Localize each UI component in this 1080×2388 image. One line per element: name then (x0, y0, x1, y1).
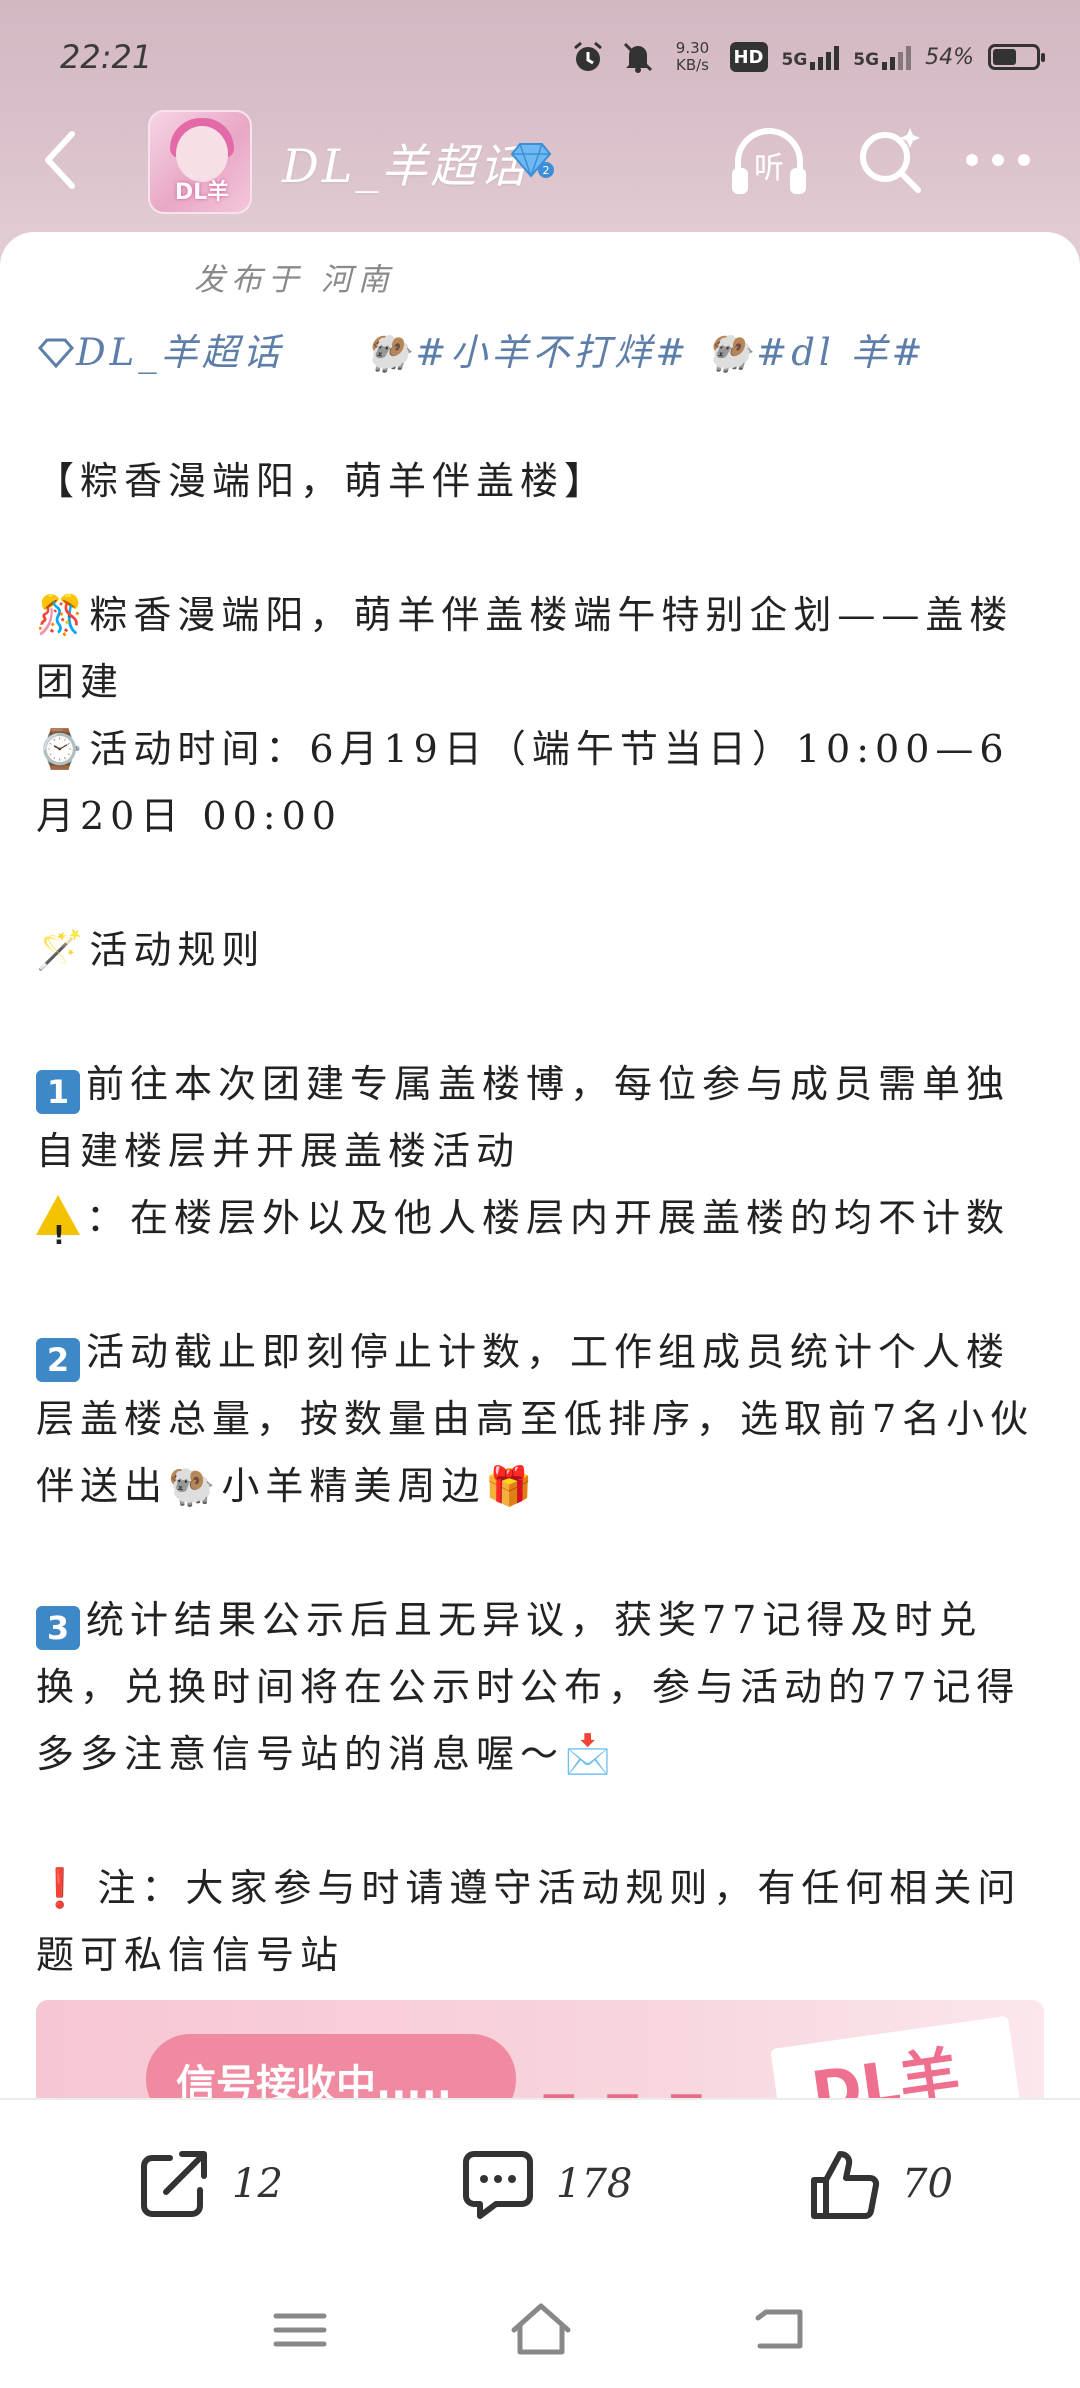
svg-text:2: 2 (543, 164, 550, 177)
sim1-label: 5G (781, 50, 808, 70)
like-count: 70 (902, 2161, 953, 2207)
post-intro: 🎊粽香漫端阳，萌羊伴盖楼端午特别企划——盖楼团建 (36, 582, 1046, 716)
tags-line: DL_羊超话 🐏#小羊不打烊# 🐏#dl 羊# (36, 322, 927, 376)
hd-badge: HD (729, 42, 768, 72)
mute-bell-icon (623, 42, 652, 73)
sim2-signal: 5G (853, 44, 912, 70)
watch-icon: ⌚ (36, 727, 90, 771)
alarm-icon (573, 41, 602, 71)
status-time: 22:21 (60, 38, 153, 76)
share-button[interactable]: 12 (136, 2144, 283, 2224)
ram-emoji-icon: 🐏 (365, 331, 416, 374)
tag-link-1[interactable]: 🐏#小羊不打烊# (365, 331, 706, 374)
comment-count: 178 (556, 2161, 633, 2207)
topic-avatar[interactable]: DL羊 (148, 110, 252, 214)
keycap-1-icon: 1 (36, 1070, 80, 1114)
topic-link[interactable]: DL_羊超话 (36, 331, 300, 374)
rule-3-text: 统计结果公示后且无异议，获奖77记得及时兑换，兑换时间将在公示时公布，参与活动的… (36, 1598, 1021, 1776)
action-bar: 12 178 70 (0, 2098, 1080, 2264)
sim1-signal: 5G (782, 44, 840, 70)
rule-2-tail: 小羊精美周边 (221, 1464, 486, 1508)
confetti-icon: 🎊 (36, 593, 90, 637)
tag-link-2[interactable]: 🐏#dl 羊# (706, 331, 926, 374)
thumbs-up-icon (811, 2151, 880, 2219)
tag-2-text: #dl 羊# (756, 331, 927, 374)
published-location: 发布于 河南 (194, 262, 395, 298)
keycap-2-icon: 2 (36, 1338, 80, 1382)
home-icon[interactable] (508, 2300, 574, 2356)
more-dots-icon[interactable] (962, 140, 1034, 180)
comment-button[interactable]: 178 (460, 2144, 632, 2224)
post-body: 【粽香漫端阳，萌羊伴盖楼】 🎊粽香漫端阳，萌羊伴盖楼端午特别企划——盖楼团建 ⌚… (36, 448, 1046, 1989)
post-image[interactable]: 信号接收中..... ▬ ▬ ▬ DL羊 (36, 2000, 1044, 2098)
rule-1-warning: ：在楼层外以及他人楼层内开展盖楼的均不计数 (36, 1185, 1046, 1270)
avatar-text: DL羊 (174, 180, 230, 205)
rule-1-warning-text: ：在楼层外以及他人楼层内开展盖楼的均不计数 (86, 1196, 1011, 1240)
screen: 22:21 9.30 KB/s HD 5G 5G 54% DL羊 DL_羊超话 … (0, 0, 1080, 2388)
diamond-badge-icon: 2 (510, 143, 554, 178)
system-navigation-bar (0, 2264, 1080, 2388)
rule-1: 1 前往本次团建专属盖楼博，每位参与成员需单独自建楼层并开展盖楼活动 (36, 1051, 1046, 1185)
keycap-3-icon: 3 (36, 1606, 80, 1650)
image-logo-text: DL羊 (807, 2039, 964, 2098)
image-dashes: ▬ ▬ ▬ (540, 2076, 711, 2098)
net-speed-unit: KB/s (676, 56, 709, 74)
recent-apps-icon[interactable] (272, 2310, 328, 2350)
diamond-outline-icon (38, 338, 74, 369)
net-speed-value: 9.30 (675, 39, 710, 57)
exclamation-icon: ❗ (36, 1866, 90, 1910)
share-icon (141, 2151, 207, 2217)
headphones-icon[interactable]: 听 (728, 122, 810, 200)
rules-title-text: 活动规则 (89, 928, 266, 972)
battery-percent: 54% (925, 44, 974, 70)
status-indicators: 9.30 KB/s HD 5G 5G 54% (570, 32, 1045, 82)
battery-icon (988, 44, 1045, 70)
network-speed: 9.30 KB/s (670, 40, 716, 74)
tag-1-text: #小羊不打烊# (415, 331, 691, 374)
rule-2: 2 活动截止即刻停止计数，工作组成员统计个人楼层盖楼总量，按数量由高至低排序，选取… (36, 1319, 1046, 1520)
magic-wand-icon: 🪄 (36, 928, 90, 972)
intro-text: 粽香漫端阳，萌羊伴盖楼端午特别企划——盖楼团建 (36, 593, 1014, 704)
rule-1-text: 前往本次团建专属盖楼博，每位参与成员需单独自建楼层并开展盖楼活动 (36, 1062, 1011, 1173)
note-text: 注：大家参与时请遵守活动规则，有任何相关问题可私信信号站 (36, 1866, 1022, 1977)
like-button[interactable]: 70 (806, 2144, 953, 2224)
sim2-label: 5G (853, 50, 880, 70)
time-text: 活动时间：6月19日（端午节当日）10:00—6月20日 00:00 (36, 727, 1010, 838)
image-pill-text: 信号接收中..... (176, 2062, 452, 2098)
listen-label: 听 (754, 151, 784, 186)
signal-bars-icon (882, 44, 912, 70)
share-count: 12 (232, 2161, 283, 2207)
battery-fill (993, 49, 1016, 65)
comment-icon (463, 2151, 533, 2219)
envelope-icon: 📩 (564, 1732, 618, 1776)
ram-emoji-icon: 🐏 (706, 331, 757, 374)
nav-back-icon[interactable] (752, 2304, 808, 2354)
rule-3: 3 统计结果公示后且无异议，获奖77记得及时兑换，兑换时间将在公示时公布，参与活动… (36, 1587, 1046, 1788)
topic-link-text: DL_羊超话 (76, 331, 284, 374)
rules-title: 🪄活动规则 (36, 917, 1046, 984)
warning-icon (36, 1195, 80, 1270)
ram-emoji-icon: 🐏 (168, 1464, 222, 1508)
status-bar: 22:21 9.30 KB/s HD 5G 5G 54% (0, 0, 1080, 110)
sparkle-search-icon[interactable] (854, 124, 926, 196)
post-headline: 【粽香漫端阳，萌羊伴盖楼】 (36, 459, 609, 503)
signal-bars-icon (810, 44, 840, 70)
post-note: ❗ 注：大家参与时请遵守活动规则，有任何相关问题可私信信号站 (36, 1855, 1046, 1989)
back-arrow-icon[interactable] (30, 120, 90, 200)
gift-icon: 🎁 (485, 1464, 539, 1508)
post-time-line: ⌚活动时间：6月19日（端午节当日）10:00—6月20日 00:00 (36, 716, 1046, 850)
topic-title[interactable]: DL_羊超话 (282, 130, 528, 196)
